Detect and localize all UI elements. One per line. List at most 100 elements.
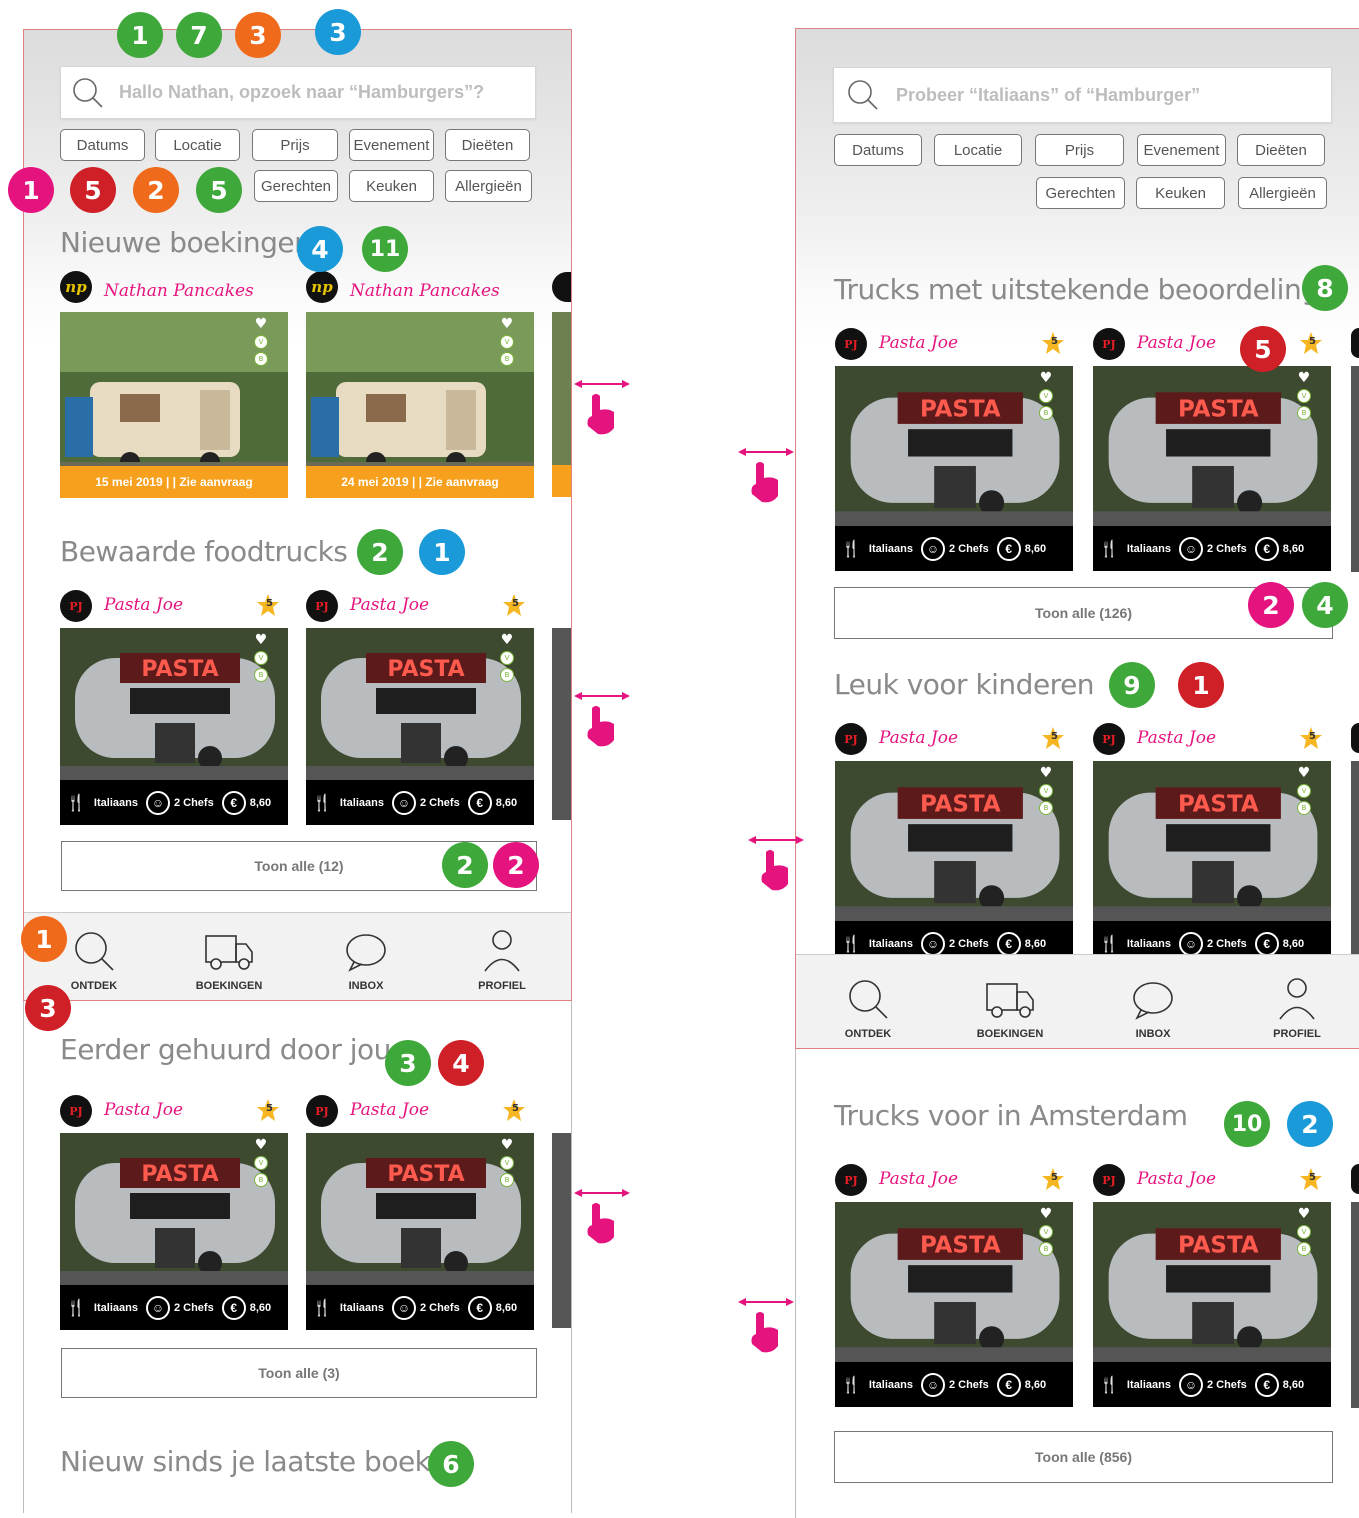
bio-tag-icon: B bbox=[1297, 1242, 1311, 1256]
truck-photo: PASTA ♥ V B bbox=[306, 628, 534, 780]
nav-profiel[interactable]: PROFIEL bbox=[1247, 955, 1347, 1048]
section-title-saved: Bewaarde foodtrucks bbox=[60, 535, 348, 568]
chef-icon: ☺ bbox=[145, 1295, 170, 1320]
vendor-name: Pasta Joe bbox=[1137, 1169, 1217, 1189]
truck-card[interactable]: PJ Pasta Joe 5 PASTA ♥ V B 🍴 Italiaans ☺ 2 C… bbox=[60, 590, 288, 880]
vendor-name: Pasta Joe bbox=[1137, 728, 1217, 748]
truck-card[interactable]: PJ Pasta Joe 5 PASTA ♥ V B 🍴 Italiaans ☺ 2 C… bbox=[1093, 1164, 1331, 1454]
truck-info-bar: 🍴 Italiaans ☺ 2 Chefs €8,60 bbox=[306, 1285, 534, 1330]
heart-icon[interactable]: ♥ bbox=[501, 1137, 514, 1153]
annotation-badge: 10 bbox=[1224, 1101, 1270, 1147]
nav-label: INBOX bbox=[1135, 1028, 1171, 1040]
heart-icon[interactable]: ♥ bbox=[501, 316, 514, 332]
filter-locatie[interactable]: Locatie bbox=[155, 129, 240, 161]
swipe-gesture-icon bbox=[574, 692, 630, 747]
chef-icon: ☺ bbox=[391, 1295, 416, 1320]
section-title-new-bookings: Nieuwe boekingen bbox=[60, 226, 312, 259]
filter-dieeten[interactable]: Dieëten bbox=[1237, 134, 1325, 166]
nav-label: INBOX bbox=[348, 980, 384, 992]
section-title-amsterdam: Trucks voor in Amsterdam bbox=[834, 1099, 1188, 1132]
left-search-bar[interactable]: Hallo Nathan, opzoek naar “Hamburgers”? bbox=[60, 66, 536, 119]
filter-dieeten[interactable]: Dieëten bbox=[445, 129, 530, 161]
nav-label: BOEKINGEN bbox=[976, 1028, 1044, 1040]
truck-info-bar: 🍴 Italiaans ☺ 2 Chefs €8,60 bbox=[1093, 526, 1331, 571]
filter-evenement[interactable]: Evenement bbox=[1137, 134, 1226, 166]
filter-allergieen[interactable]: Allergieën bbox=[1238, 177, 1327, 209]
heart-icon[interactable]: ♥ bbox=[1040, 1206, 1053, 1222]
filter-keuken[interactable]: Keuken bbox=[1136, 177, 1225, 209]
diet-tags: ♥ V B bbox=[1037, 1206, 1055, 1256]
heart-icon[interactable]: ♥ bbox=[255, 316, 268, 332]
rating-value: 5 bbox=[1051, 1172, 1058, 1183]
vegan-tag-icon: V bbox=[1297, 1225, 1311, 1239]
heart-icon[interactable]: ♥ bbox=[1040, 370, 1053, 386]
heart-icon[interactable]: ♥ bbox=[255, 1137, 268, 1153]
nav-inbox[interactable]: INBOX bbox=[316, 913, 416, 1000]
filter-datums[interactable]: Datums bbox=[60, 129, 145, 161]
section-title-top-rated: Trucks met uitstekende beoordeling bbox=[834, 273, 1319, 306]
right-search-bar[interactable]: Probeer “Italiaans” of “Hamburger” bbox=[833, 67, 1332, 123]
filter-datums[interactable]: Datums bbox=[834, 134, 922, 166]
diet-tags: ♥ V B bbox=[1037, 370, 1055, 420]
filter-prijs[interactable]: Prijs bbox=[1035, 134, 1124, 166]
bio-tag-icon: B bbox=[1039, 406, 1053, 420]
truck-card[interactable]: PJ Pasta Joe 5 PASTA ♥ V B 🍴 Italiaans ☺ 2 C… bbox=[306, 1095, 534, 1385]
heart-icon[interactable]: ♥ bbox=[1298, 370, 1311, 386]
filter-keuken[interactable]: Keuken bbox=[349, 170, 434, 202]
svg-text:PASTA: PASTA bbox=[1178, 396, 1259, 422]
nav-boekingen[interactable]: BOEKINGEN bbox=[960, 955, 1060, 1048]
filter-gerechten[interactable]: Gerechten bbox=[254, 170, 338, 202]
diet-tags: ♥ V B bbox=[498, 1137, 516, 1187]
annotation-badge: 8 bbox=[1302, 265, 1348, 311]
rating-value: 5 bbox=[512, 1103, 519, 1114]
chef-icon: ☺ bbox=[1178, 1372, 1203, 1397]
truck-card[interactable]: PJ Pasta Joe 5 PASTA ♥ V B 🍴 Italiaans ☺ 2 C… bbox=[1093, 328, 1331, 618]
diet-tags: ♥ V B bbox=[1295, 1206, 1313, 1256]
truck-card[interactable]: PJ Pasta Joe 5 PASTA ♥ V B 🍴 Italiaans ☺ 2 C… bbox=[306, 590, 534, 880]
truck-card-peek bbox=[552, 1133, 571, 1328]
diet-tags: ♥ V B bbox=[498, 316, 516, 366]
booking-date[interactable]: 24 mei 2019 | | Zie aanvraag bbox=[306, 466, 534, 498]
heart-icon[interactable]: ♥ bbox=[1298, 1206, 1311, 1222]
truck-card[interactable]: PJ Pasta Joe 5 PASTA ♥ V B 🍴 Italiaans ☺ 2 C… bbox=[835, 328, 1073, 618]
filter-gerechten[interactable]: Gerechten bbox=[1036, 177, 1125, 209]
heart-icon[interactable]: ♥ bbox=[1040, 765, 1053, 781]
filter-locatie[interactable]: Locatie bbox=[934, 134, 1022, 166]
swipe-gesture-icon bbox=[738, 1298, 794, 1353]
nav-boekingen[interactable]: BOEKINGEN bbox=[179, 913, 279, 1000]
vegan-tag-icon: V bbox=[1039, 389, 1053, 403]
right-bottom-nav: ONTDEK BOEKINGEN INBOX PROFIEL bbox=[796, 954, 1359, 1048]
heart-icon[interactable]: ♥ bbox=[255, 632, 268, 648]
toon-alle-rented-button[interactable]: Toon alle (3) bbox=[61, 1348, 537, 1398]
vendor-logo: PJ bbox=[306, 1095, 338, 1127]
booking-card[interactable]: np Nathan Pancakes ♥ V B 15 mei 2019 | | Z… bbox=[60, 271, 288, 498]
swipe-gesture-icon bbox=[574, 1189, 630, 1244]
nav-ontdek[interactable]: ONTDEK bbox=[818, 955, 918, 1048]
truck-card[interactable]: PJ Pasta Joe 5 PASTA ♥ V B 🍴 Italiaans ☺ 2 C… bbox=[835, 1164, 1073, 1454]
chat-bubble-icon bbox=[346, 934, 386, 972]
filter-allergieen[interactable]: Allergieën bbox=[445, 170, 532, 202]
truck-icon bbox=[986, 983, 1034, 1018]
filter-prijs[interactable]: Prijs bbox=[252, 129, 338, 161]
filter-evenement[interactable]: Evenement bbox=[349, 129, 434, 161]
euro-icon: € bbox=[1254, 536, 1279, 561]
booking-card[interactable]: np Nathan Pancakes ♥ V B 24 mei 2019 | | Z… bbox=[306, 271, 534, 498]
nav-profiel[interactable]: PROFIEL bbox=[452, 913, 552, 1000]
nav-label: ONTDEK bbox=[844, 1028, 892, 1040]
search-icon bbox=[73, 77, 103, 108]
vendor-name: Pasta Joe bbox=[879, 728, 959, 748]
toon-alle-amsterdam-button[interactable]: Toon alle (856) bbox=[834, 1431, 1333, 1483]
nav-inbox[interactable]: INBOX bbox=[1103, 955, 1203, 1048]
truck-card[interactable]: PJ Pasta Joe 5 PASTA ♥ V B 🍴 Italiaans ☺ 2 C… bbox=[60, 1095, 288, 1385]
truck-info-bar: 🍴 Italiaans ☺ 2 Chefs €8,60 bbox=[60, 1285, 288, 1330]
booking-date[interactable]: 15 mei 2019 | | Zie aanvraag bbox=[60, 466, 288, 498]
vendor-name: Nathan Pancakes bbox=[104, 281, 254, 301]
cutlery-icon: 🍴 bbox=[312, 1299, 332, 1317]
annotation-badge: 7 bbox=[176, 12, 222, 58]
vegan-tag-icon: V bbox=[1039, 1225, 1053, 1239]
euro-icon: € bbox=[221, 1295, 246, 1320]
chef-icon: ☺ bbox=[920, 1372, 945, 1397]
truck-info-bar: 🍴 Italiaans ☺ 2 Chefs €8,60 bbox=[306, 780, 534, 825]
heart-icon[interactable]: ♥ bbox=[1298, 765, 1311, 781]
heart-icon[interactable]: ♥ bbox=[501, 632, 514, 648]
